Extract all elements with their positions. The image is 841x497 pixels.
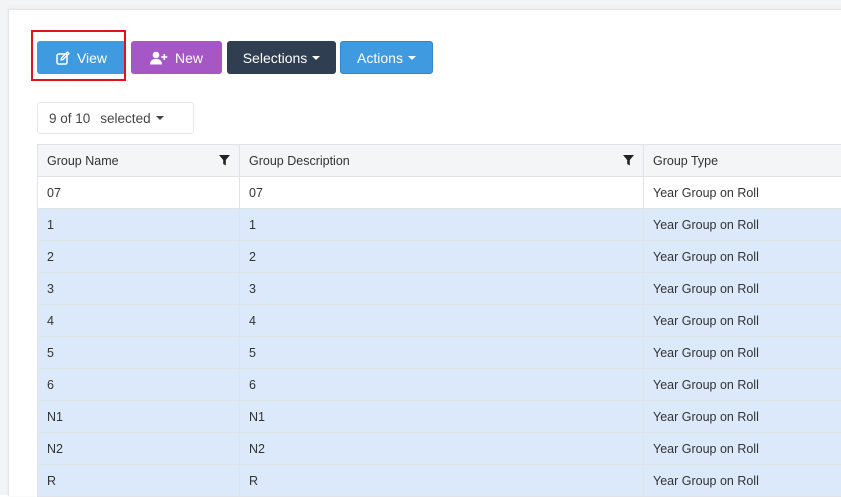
- table-row[interactable]: 11Year Group on Roll: [38, 209, 841, 241]
- table-cell-description: 5: [240, 337, 644, 369]
- edit-icon: [56, 51, 70, 65]
- selection-selected-text: selected: [100, 111, 150, 126]
- column-header-group-name[interactable]: Group Name: [38, 145, 240, 177]
- view-button-label: View: [77, 50, 107, 66]
- table-cell-type: Year Group on Roll: [644, 337, 841, 369]
- new-button[interactable]: New: [131, 41, 222, 74]
- table-header-row: Group Name Group Description Group Type: [38, 145, 841, 177]
- table-cell-type: Year Group on Roll: [644, 273, 841, 305]
- page-background: View New Selections Actions 9 of 10 sele…: [0, 0, 841, 495]
- table-cell-type: Year Group on Roll: [644, 241, 841, 273]
- table-cell-description: 3: [240, 273, 644, 305]
- table-cell-description: 2: [240, 241, 644, 273]
- table-row[interactable]: 22Year Group on Roll: [38, 241, 841, 273]
- table-cell-name: 3: [38, 273, 240, 305]
- table-cell-description: 07: [240, 177, 644, 209]
- actions-dropdown-button[interactable]: Actions: [340, 41, 433, 74]
- table-cell-type: Year Group on Roll: [644, 369, 841, 401]
- table-cell-type: Year Group on Roll: [644, 401, 841, 433]
- table-row[interactable]: N2N2Year Group on Roll: [38, 433, 841, 465]
- caret-down-icon: [408, 56, 416, 60]
- table-row[interactable]: RRYear Group on Roll: [38, 465, 841, 497]
- actions-button-label: Actions: [357, 50, 403, 66]
- caret-down-icon: [156, 116, 164, 120]
- table-cell-name: 6: [38, 369, 240, 401]
- table-cell-type: Year Group on Roll: [644, 177, 841, 209]
- table-cell-type: Year Group on Roll: [644, 433, 841, 465]
- table-row[interactable]: 44Year Group on Roll: [38, 305, 841, 337]
- table-row[interactable]: 66Year Group on Roll: [38, 369, 841, 401]
- new-button-label: New: [175, 50, 203, 66]
- filter-icon[interactable]: [219, 155, 230, 169]
- table-cell-type: Year Group on Roll: [644, 209, 841, 241]
- selections-button-label: Selections: [243, 50, 308, 66]
- table-cell-description: 1: [240, 209, 644, 241]
- caret-down-icon: [312, 56, 320, 60]
- table-cell-name: R: [38, 465, 240, 497]
- table-row[interactable]: 0707Year Group on Roll: [38, 177, 841, 209]
- table-row[interactable]: 33Year Group on Roll: [38, 273, 841, 305]
- table-cell-name: N1: [38, 401, 240, 433]
- table-cell-name: 2: [38, 241, 240, 273]
- table-cell-description: 4: [240, 305, 644, 337]
- table-cell-name: 1: [38, 209, 240, 241]
- table-cell-description: R: [240, 465, 644, 497]
- selections-dropdown-button[interactable]: Selections: [227, 41, 336, 74]
- table-cell-description: 6: [240, 369, 644, 401]
- table-cell-type: Year Group on Roll: [644, 305, 841, 337]
- table-row[interactable]: 55Year Group on Roll: [38, 337, 841, 369]
- table-row[interactable]: N1N1Year Group on Roll: [38, 401, 841, 433]
- selection-count-text: 9 of 10: [49, 111, 90, 126]
- groups-table: Group Name Group Description Group Type …: [37, 144, 841, 497]
- table-cell-name: N2: [38, 433, 240, 465]
- column-header-group-type[interactable]: Group Type: [644, 145, 841, 177]
- table-cell-name: 5: [38, 337, 240, 369]
- table-cell-type: Year Group on Roll: [644, 465, 841, 497]
- selection-count-dropdown[interactable]: 9 of 10 selected: [37, 102, 194, 134]
- column-header-group-description[interactable]: Group Description: [240, 145, 644, 177]
- add-user-icon: [150, 51, 168, 65]
- filter-icon[interactable]: [623, 155, 634, 169]
- table-cell-name: 07: [38, 177, 240, 209]
- table-cell-description: N1: [240, 401, 644, 433]
- table-cell-description: N2: [240, 433, 644, 465]
- view-button[interactable]: View: [37, 41, 126, 74]
- table-cell-name: 4: [38, 305, 240, 337]
